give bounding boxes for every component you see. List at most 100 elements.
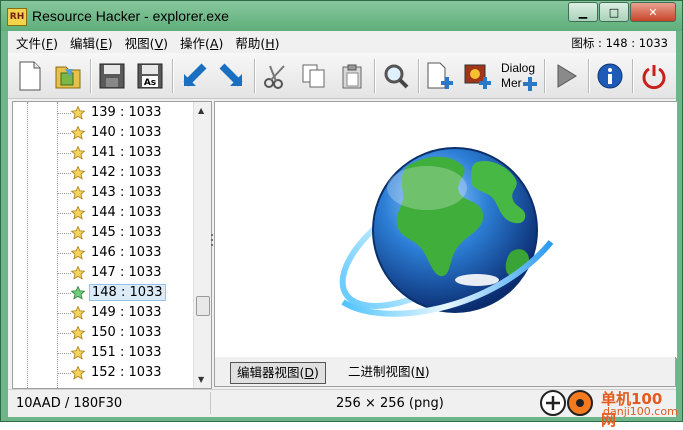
icon-resource-star-icon	[71, 226, 85, 240]
view-tabs: 编辑器视图(D) 二进制视图(N)	[214, 357, 676, 387]
icon-resource-star-icon	[71, 166, 85, 180]
svg-text:As: As	[144, 78, 156, 88]
tree-connector	[57, 213, 71, 214]
tree-item-label: 152 : 1033	[91, 365, 162, 380]
add-image-resource-button[interactable]	[462, 58, 494, 94]
icon-count-label: 图标 : 148 : 1033	[571, 36, 668, 50]
tree-item[interactable]: 144 : 1033	[13, 203, 193, 223]
compile-button[interactable]	[178, 58, 210, 94]
open-file-button[interactable]	[52, 58, 84, 94]
tree-item-label: 143 : 1033	[91, 185, 162, 200]
tree-item-label: 144 : 1033	[91, 205, 162, 220]
menu-bar: 文件(F) 编辑(E) 视图(V) 操作(A) 帮助(H) 图标 : 148 :…	[8, 31, 676, 53]
dialog-merge-button[interactable]: Dialog Mer	[500, 58, 538, 94]
paste-button[interactable]	[336, 58, 368, 94]
globe-icon-preview	[339, 147, 554, 317]
scroll-up-arrow-icon[interactable]: ▲	[198, 106, 204, 115]
tree-connector	[57, 193, 71, 194]
tree-connector	[57, 273, 71, 274]
about-button[interactable]	[594, 58, 626, 94]
icon-resource-star-icon	[71, 346, 85, 360]
run-script-icon	[557, 63, 577, 88]
menu-view[interactable]: 视图(V)	[119, 33, 174, 52]
status-divider	[210, 392, 211, 414]
run-script-button[interactable]	[550, 58, 582, 94]
menu-file[interactable]: 文件(F)	[8, 33, 64, 52]
watermark-logo-icon	[540, 390, 593, 416]
tree-item-label: 148 : 1033	[89, 284, 166, 301]
find-icon	[384, 64, 409, 88]
save-button[interactable]	[96, 58, 128, 94]
tree-item[interactable]: 152 : 1033	[13, 363, 193, 383]
scroll-thumb[interactable]	[196, 296, 210, 316]
tree-item-label: 147 : 1033	[91, 265, 162, 280]
tree-item[interactable]: 143 : 1033	[13, 183, 193, 203]
tab-editor-view[interactable]: 编辑器视图(D)	[230, 362, 326, 384]
tree-item[interactable]: 148 : 1033	[13, 283, 193, 303]
save-icon	[99, 63, 125, 88]
tab-binary-view[interactable]: 二进制视图(N)	[342, 362, 436, 382]
tree-connector	[57, 173, 71, 174]
import-button[interactable]	[216, 58, 248, 94]
tree-item[interactable]: 151 : 1033	[13, 343, 193, 363]
tree-item-label: 139 : 1033	[91, 105, 162, 120]
tree-connector	[57, 293, 71, 294]
icon-resource-star-icon	[71, 246, 85, 260]
add-blank-resource-button[interactable]	[424, 58, 456, 94]
copy-icon	[302, 64, 325, 87]
dialog-merge-icon: DialogMer	[501, 61, 537, 91]
tree-item[interactable]: 142 : 1033	[13, 163, 193, 183]
icon-resource-star-icon	[71, 106, 85, 120]
tree-item[interactable]: 150 : 1033	[13, 323, 193, 343]
compile-icon	[183, 63, 207, 86]
scroll-down-arrow-icon[interactable]: ▼	[198, 375, 204, 384]
cut-button[interactable]	[260, 58, 292, 94]
copy-button[interactable]	[298, 58, 330, 94]
icon-resource-star-icon	[71, 206, 85, 220]
tree-connector	[57, 313, 71, 314]
save-as-button[interactable]: As	[134, 58, 166, 94]
close-button[interactable]: ✕	[630, 2, 676, 22]
import-icon	[219, 63, 243, 86]
client-area: 文件(F) 编辑(E) 视图(V) 操作(A) 帮助(H) 图标 : 148 :…	[8, 31, 678, 429]
tree-item[interactable]: 146 : 1033	[13, 243, 193, 263]
tree-item-label: 145 : 1033	[91, 225, 162, 240]
window-title: Resource Hacker - explorer.exe	[32, 8, 229, 24]
resource-tree[interactable]: 139 : 1033 140 : 1033 141 : 1033 142 : 1033…	[12, 101, 212, 389]
tree-connector	[57, 373, 71, 374]
icon-resource-star-icon	[71, 326, 85, 340]
icon-resource-star-icon	[71, 366, 85, 380]
minimize-button[interactable]: ▁	[568, 2, 598, 22]
find-button[interactable]	[380, 58, 412, 94]
tree-item[interactable]: 139 : 1033	[13, 103, 193, 123]
add-blank-resource-icon	[427, 62, 453, 89]
tree-item[interactable]: 149 : 1033	[13, 303, 193, 323]
exit-button[interactable]	[638, 58, 670, 94]
paste-icon	[342, 64, 362, 88]
tree-item-label: 140 : 1033	[91, 125, 162, 140]
close-icon: ✕	[648, 5, 658, 19]
open-file-icon	[55, 66, 81, 88]
tree-connector	[57, 153, 71, 154]
menu-action[interactable]: 操作(A)	[174, 33, 229, 52]
tree-item[interactable]: 140 : 1033	[13, 123, 193, 143]
tree-connector	[57, 253, 71, 254]
tree-connector	[57, 233, 71, 234]
tree-vertical-scrollbar[interactable]: ▲ ▼	[193, 102, 211, 388]
icon-resource-star-icon	[71, 286, 85, 300]
toolbar: As Dialog Mer	[8, 53, 676, 99]
tree-item[interactable]: 147 : 1033	[13, 263, 193, 283]
exit-icon	[642, 64, 666, 89]
status-bar: 10AAD / 180F30 256 × 256 (png) 单机100网 da…	[8, 389, 678, 429]
tree-item[interactable]: 145 : 1033	[13, 223, 193, 243]
new-file-button[interactable]	[14, 58, 46, 94]
menu-help[interactable]: 帮助(H)	[229, 33, 285, 52]
tree-connector	[57, 353, 71, 354]
image-preview-pane	[214, 101, 678, 359]
tree-item[interactable]: 141 : 1033	[13, 143, 193, 163]
tree-item-label: 149 : 1033	[91, 305, 162, 320]
maximize-button[interactable]: □	[599, 2, 629, 22]
menu-edit[interactable]: 编辑(E)	[64, 33, 119, 52]
icon-resource-star-icon	[71, 126, 85, 140]
title-bar[interactable]: RH Resource Hacker - explorer.exe ▁ □ ✕	[1, 1, 682, 31]
